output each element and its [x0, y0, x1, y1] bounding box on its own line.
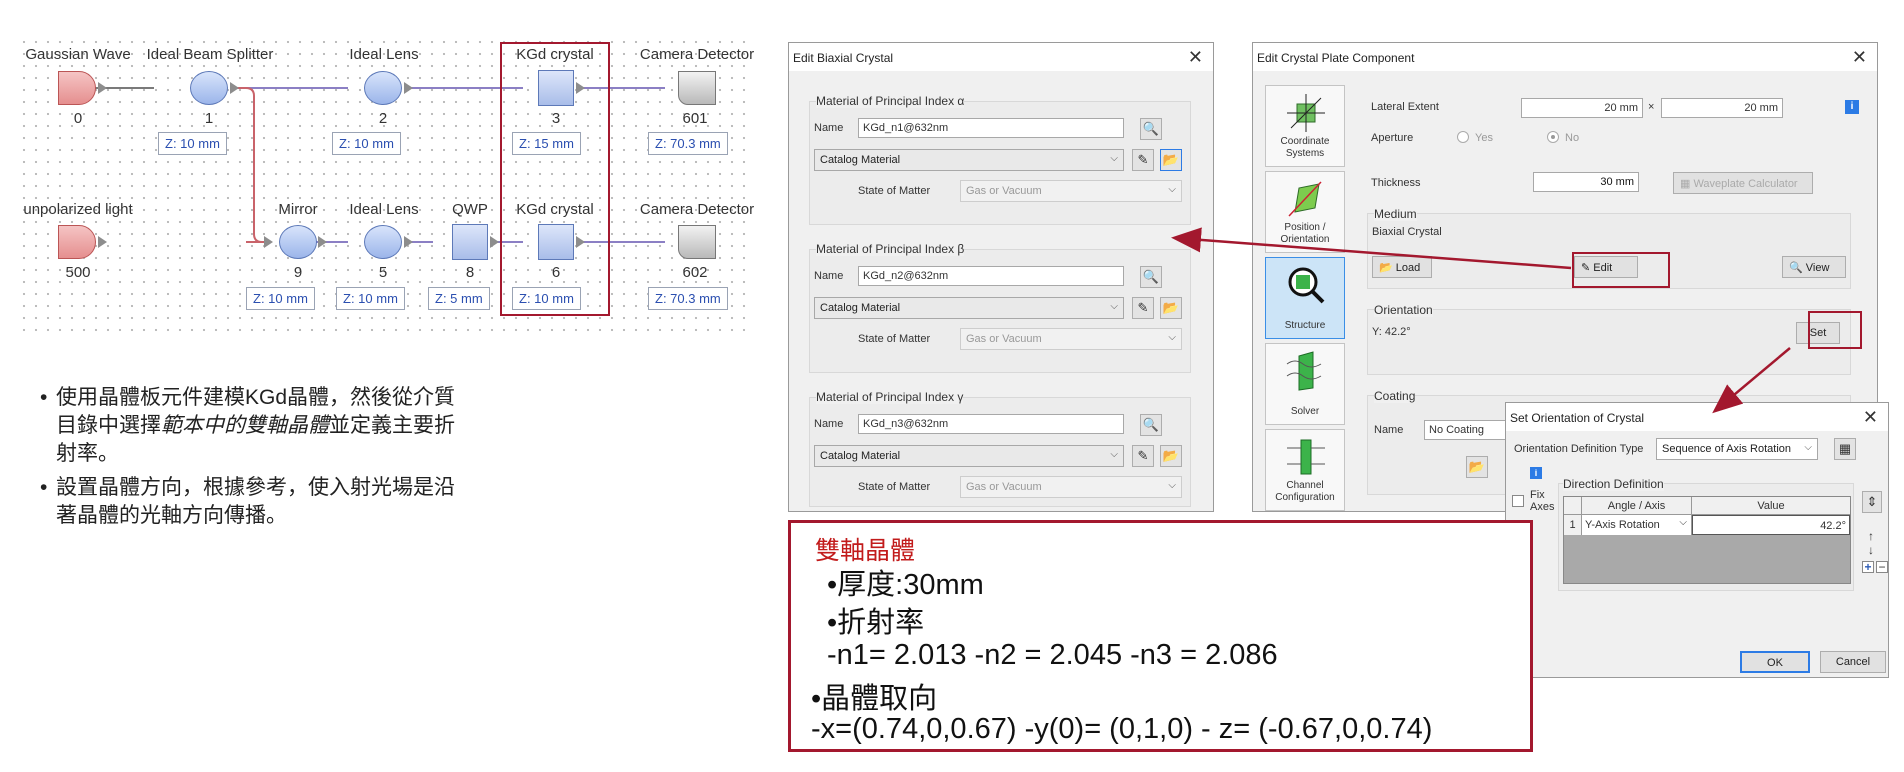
summary-orientation-title: •晶體取向	[811, 683, 938, 715]
summary-box: 雙軸晶體 •厚度:30mm •折射率 -n1= 2.013 -n2 = 2.04…	[788, 520, 1533, 752]
summary-thickness: •厚度:30mm	[827, 569, 984, 601]
summary-n-values: -n1= 2.013 -n2 = 2.045 -n3 = 2.086	[827, 639, 1278, 671]
summary-refractive-index-title: •折射率	[827, 607, 925, 639]
summary-axes: -x=(0.74,0,0.67) -y(0)= (0,1,0) - z= (-0…	[811, 713, 1433, 745]
